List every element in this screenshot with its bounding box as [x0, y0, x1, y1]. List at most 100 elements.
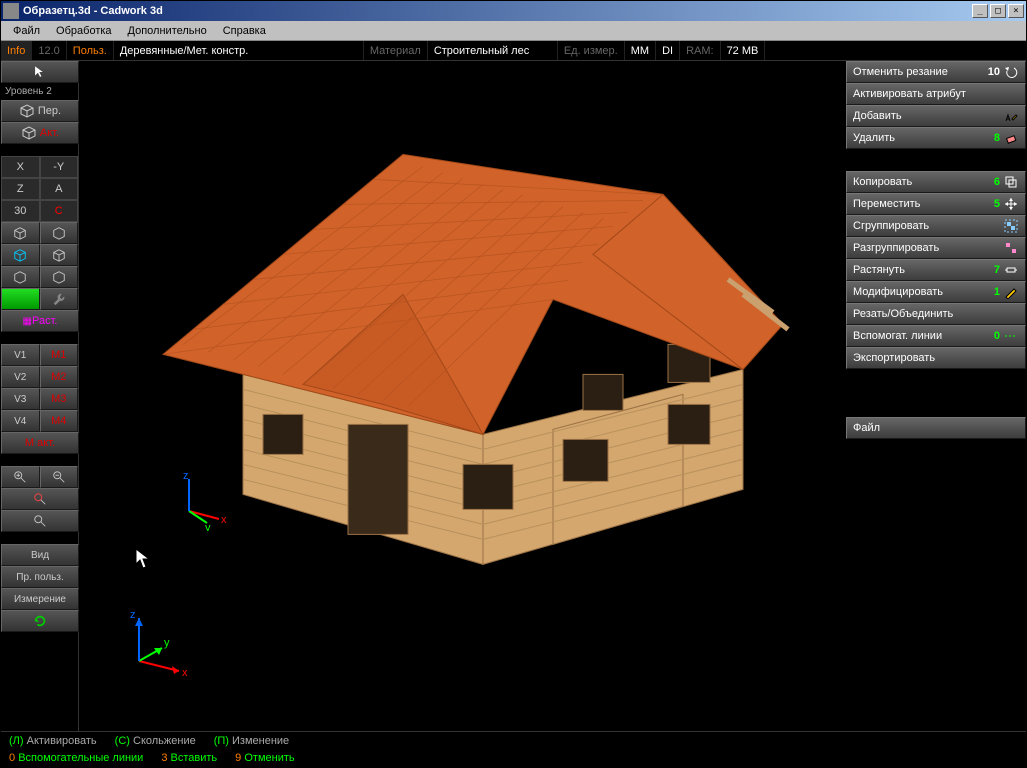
info-label[interactable]: Info [1, 41, 32, 60]
status-insert: 3 Вставить [161, 752, 217, 764]
v1-button[interactable]: V1 [1, 344, 40, 366]
user-pref-button[interactable]: Пр. польз. [1, 566, 79, 588]
info-unit-label: Ед. измер. [558, 41, 625, 60]
cube-view-6[interactable] [40, 266, 79, 288]
minimize-button[interactable]: _ [972, 4, 988, 18]
m2-button[interactable]: M2 [40, 366, 79, 388]
v2-button[interactable]: V2 [1, 366, 40, 388]
window-title: Образетц.3d - Cadwork 3d [23, 5, 972, 17]
aux-lines-icon [1003, 328, 1019, 344]
cut-join-button[interactable]: Резать/Объединить [846, 303, 1026, 325]
refresh-button[interactable] [1, 610, 79, 632]
zoom-out-button[interactable] [40, 466, 79, 488]
akt-button[interactable]: Акт. [1, 122, 79, 144]
undo-cut-button[interactable]: Отменить резание 10 [846, 61, 1026, 83]
copy-button[interactable]: Копировать6 [846, 171, 1026, 193]
axis-c-button[interactable]: C [40, 200, 79, 222]
axis-gizmo-local: x y z [169, 471, 229, 531]
status-slide: (С) Скольжение [115, 735, 196, 747]
eraser-icon [1003, 130, 1019, 146]
per-button[interactable]: Пер. [1, 100, 79, 122]
stretch-icon [1003, 262, 1019, 278]
info-material-value[interactable]: Строительный лес [428, 41, 558, 60]
menu-processing[interactable]: Обработка [48, 23, 119, 39]
v3-button[interactable]: V3 [1, 388, 40, 410]
rast-button[interactable]: ▦ Раст. [1, 310, 79, 332]
cube-view-2[interactable] [40, 222, 79, 244]
view-button[interactable]: Вид [1, 544, 79, 566]
svg-text:x: x [182, 667, 188, 679]
info-mode[interactable]: Деревянные/Мет. констр. [114, 41, 364, 60]
green-tool[interactable] [1, 288, 40, 310]
info-bar: Info 12.0 Польз. Деревянные/Мет. констр.… [1, 41, 1026, 61]
axis-x-button[interactable]: X [1, 156, 40, 178]
left-toolbar: Уровень 2 Пер. Акт. X -Y Z A [1, 61, 79, 731]
m3-button[interactable]: M3 [40, 388, 79, 410]
info-version: 12.0 [32, 41, 66, 60]
menubar: Файл Обработка Дополнительно Справка [1, 21, 1026, 41]
undo-icon [1003, 64, 1019, 80]
modify-button[interactable]: Модифицировать1 [846, 281, 1026, 303]
right-toolbar: Отменить резание 10 Активировать атрибут… [846, 61, 1026, 731]
measure-button[interactable]: Измерение [1, 588, 79, 610]
svg-text:x: x [221, 514, 227, 526]
info-ram-label: RAM: [680, 41, 721, 60]
zoom-in-button[interactable] [1, 466, 40, 488]
v4-button[interactable]: V4 [1, 410, 40, 432]
svg-text:y: y [164, 637, 170, 649]
close-button[interactable]: × [1008, 4, 1024, 18]
level-indicator: Уровень 2 [1, 83, 78, 100]
zoom-fit-button[interactable] [1, 488, 79, 510]
move-icon [1003, 196, 1019, 212]
svg-text:z: z [183, 471, 189, 482]
cursor-tool[interactable] [1, 61, 79, 83]
add-button[interactable]: Добавить [846, 105, 1026, 127]
export-button[interactable]: Экспортировать [846, 347, 1026, 369]
axis-gizmo-world: x y z [114, 606, 194, 686]
info-unit-value[interactable]: MM [625, 41, 656, 60]
status-bar-2: 0 Вспомогательные линии 3 Вставить 9 Отм… [1, 749, 1026, 767]
status-aux: 0 Вспомогательные линии [9, 752, 143, 764]
app-icon [3, 3, 19, 19]
house-model [123, 94, 803, 614]
main-area: Уровень 2 Пер. Акт. X -Y Z A [1, 61, 1026, 731]
pencil-a-icon [1003, 108, 1019, 124]
ungroup-button[interactable]: Разгруппировать [846, 237, 1026, 259]
m-active-button[interactable]: М акт. [1, 432, 79, 454]
ungroup-icon [1003, 240, 1019, 256]
menu-file[interactable]: Файл [5, 23, 48, 39]
axis-z-button[interactable]: Z [1, 178, 40, 200]
cube-view-3[interactable] [1, 244, 40, 266]
status-bar: (Л) Активировать (С) Скольжение (П) Изме… [1, 731, 1026, 749]
menu-help[interactable]: Справка [215, 23, 274, 39]
status-activate: (Л) Активировать [9, 735, 97, 747]
axis-a-button[interactable]: A [40, 178, 79, 200]
axis-30-button[interactable]: 30 [1, 200, 40, 222]
wrench-tool[interactable] [40, 288, 79, 310]
group-icon [1003, 218, 1019, 234]
info-di[interactable]: DI [656, 41, 680, 60]
info-ram-value: 72 MB [721, 41, 766, 60]
aux-lines-button[interactable]: Вспомогат. линии0 [846, 325, 1026, 347]
status-change: (П) Изменение [214, 735, 289, 747]
stretch-button[interactable]: Растянуть7 [846, 259, 1026, 281]
delete-button[interactable]: Удалить 8 [846, 127, 1026, 149]
cube-view-5[interactable] [1, 266, 40, 288]
m1-button[interactable]: M1 [40, 344, 79, 366]
menu-extra[interactable]: Дополнительно [120, 23, 215, 39]
m4-button[interactable]: M4 [40, 410, 79, 432]
cube-view-1[interactable] [1, 222, 40, 244]
cube-view-4[interactable] [40, 244, 79, 266]
group-button[interactable]: Сгруппировать [846, 215, 1026, 237]
activate-attr-button[interactable]: Активировать атрибут [846, 83, 1026, 105]
viewport-3d[interactable]: x y z x y z [79, 61, 846, 731]
axis-ny-button[interactable]: -Y [40, 156, 79, 178]
titlebar: Образетц.3d - Cadwork 3d _ □ × [1, 1, 1026, 21]
maximize-button[interactable]: □ [990, 4, 1006, 18]
zoom-region-button[interactable] [1, 510, 79, 532]
info-user[interactable]: Польз. [67, 41, 114, 60]
info-material-label: Материал [364, 41, 428, 60]
modify-icon [1003, 284, 1019, 300]
move-button[interactable]: Переместить5 [846, 193, 1026, 215]
file-button[interactable]: Файл [846, 417, 1026, 439]
